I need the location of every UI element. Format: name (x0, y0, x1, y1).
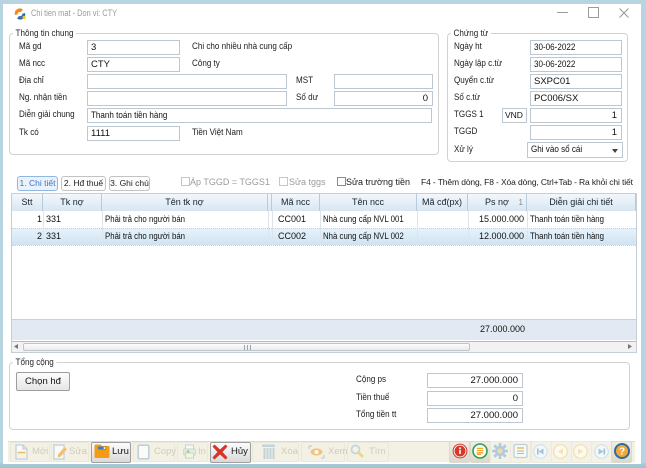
svg-text:?: ? (619, 447, 625, 458)
